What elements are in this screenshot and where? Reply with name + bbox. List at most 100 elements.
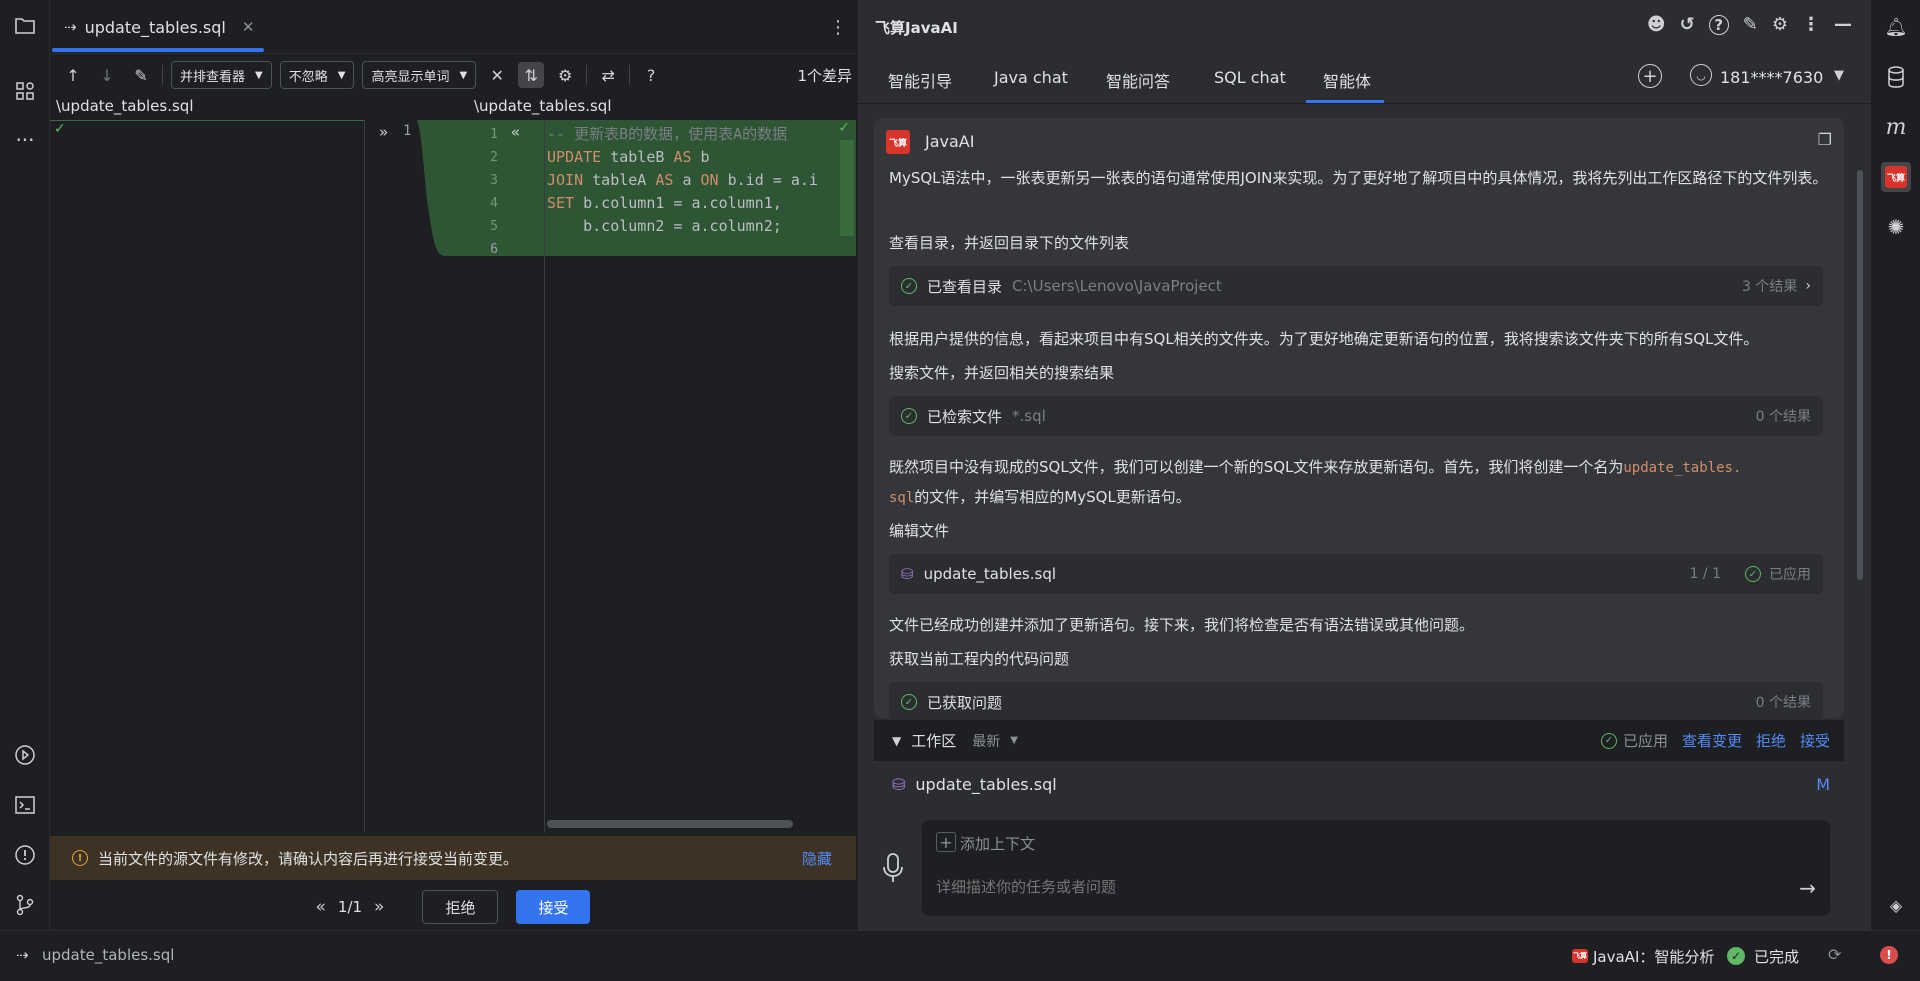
next-diff-icon[interactable]: ↓ [94,62,120,88]
ai-assistant-icon[interactable]: ✺ [1881,212,1911,242]
diff-editor: ⇢ update_tables.sql ✕ ⋮ ↑ ↓ ✎ 并排查看器 ▼ 不忽略… [50,0,856,930]
toolbar-separator [586,65,588,85]
problems-icon[interactable] [10,840,40,870]
copy-icon[interactable]: ❐ [1818,130,1832,149]
database-icon[interactable] [1881,62,1911,92]
next-change-icon[interactable]: » [374,897,384,917]
minimize-icon[interactable]: — [1834,14,1852,35]
javaai-logo: 飞算 [886,130,910,154]
compare-icon[interactable]: ⇄ [595,62,621,88]
tab-agent[interactable]: 智能体 [1323,68,1371,92]
add-icon[interactable]: + [1638,64,1662,88]
notifications-icon[interactable]: 🔔︎ [1881,12,1911,42]
send-icon[interactable]: → [1799,876,1816,900]
terminal-icon[interactable] [10,790,40,820]
add-context-button[interactable]: 添加上下文 [960,833,1035,854]
inline-code: update_tables. [1623,460,1742,476]
settings-icon[interactable]: ⚙ [1772,14,1788,35]
right-tool-strip: 🔔︎ m 飞算 ✺ ◈ [1871,0,1920,930]
accept-button[interactable]: 接受 [516,890,591,924]
new-chat-icon[interactable]: ✎ [1743,14,1758,35]
edited-file-row[interactable]: ⛁ update_tables.sql 1 / 1 ✓ 已应用 [889,554,1823,594]
chevron-down-icon: ▼ [337,69,346,81]
add-context-icon[interactable]: + [936,832,956,852]
previous-diff-icon[interactable]: ↑ [60,62,86,88]
tab-sql-chat[interactable]: SQL chat [1214,68,1286,87]
editor-tab[interactable]: ⇢ update_tables.sql ✕ [50,0,264,54]
tool-meta: C:\Users\Lenovo\JavaProject [1012,277,1222,295]
workspace-filter[interactable]: 最新 [972,731,1000,751]
maven-icon[interactable]: m [1881,112,1911,142]
view-changes-link[interactable]: 查看变更 [1682,730,1742,751]
more-icon[interactable]: ··· [10,125,40,155]
revert-change-icon[interactable]: « [511,123,520,141]
viewer-select[interactable]: 并排查看器 ▼ [171,61,272,89]
ignore-select[interactable]: 不忽略 ▼ [279,61,355,89]
chevron-down-icon[interactable]: ▼ [892,734,901,748]
close-icon[interactable]: ✕ [242,18,255,36]
chat-scrollbar[interactable] [1857,170,1863,580]
user-account[interactable]: 181****7630 [1720,68,1823,87]
apply-change-icon[interactable]: » [379,123,388,141]
code-token: tableB [601,148,674,166]
chat-input[interactable] [936,872,1756,902]
toolbar-separator [629,65,631,85]
code-token: b.id = a.i [718,171,818,189]
help-icon[interactable]: ? [1708,14,1729,35]
tool-result-row[interactable]: ✓ 已检索文件 *.sql 0 个结果 [889,396,1823,436]
tool-result-row[interactable]: ✓ 已获取问题 0 个结果 [889,682,1823,718]
run-services-icon[interactable] [10,740,40,770]
collapse-icon[interactable]: ✕ [484,62,510,88]
help-icon[interactable]: ? [638,62,664,88]
error-icon[interactable]: ! [1880,946,1898,964]
tab-java-chat[interactable]: Java chat [994,68,1068,87]
javaai-logo: 飞算 [1572,949,1588,963]
result-count: 0 个结果 [1755,695,1811,711]
reject-button[interactable]: 拒绝 [422,890,499,924]
structure-icon[interactable] [10,76,40,106]
sync-scroll-icon[interactable]: ⇅ [518,62,545,88]
ai-brain-icon[interactable]: ☻ [1647,14,1666,35]
workspace-file-row[interactable]: ⛁ update_tables.sql M [874,762,1844,806]
tool-label: 已查看目录 [927,277,1003,296]
microphone-icon[interactable] [878,848,908,888]
hide-banner-link[interactable]: 隐藏 [802,848,832,869]
toolbar-separator [162,65,163,85]
active-tab-indicator [1306,100,1384,103]
avatar[interactable]: ◈ [1881,890,1911,920]
database-icon: ⛁ [901,565,914,583]
history-icon[interactable]: ↺ [1680,14,1695,35]
file-status-badge: M [1816,774,1830,794]
database-icon: ⛁ [892,774,906,794]
code-token: ON [700,171,719,189]
tab-smart-guide[interactable]: 智能引导 [888,68,952,92]
diff-panes: \update_tables.sql \update_tables.sql ✓ … [50,97,856,833]
edit-icon[interactable]: ✎ [128,62,154,88]
tab-more-icon[interactable]: ⋮ [828,14,848,40]
javaai-tool-icon[interactable]: 飞算 [1881,162,1911,192]
status-file[interactable]: update_tables.sql [42,946,174,964]
folder-icon[interactable] [10,11,40,41]
result-count: 0 个结果 [1755,409,1811,425]
prev-change-icon[interactable]: « [316,897,326,917]
applied-icon: ✓ [1600,732,1617,749]
highlight-select[interactable]: 高亮显示单词 ▼ [362,61,477,89]
chevron-down-icon[interactable]: ▼ [1010,735,1018,746]
status-done: 已完成 [1754,948,1800,966]
horizontal-scrollbar[interactable] [547,820,793,828]
chevron-down-icon[interactable]: ▼ [1834,68,1844,83]
step-text: 搜索文件，并返回相关的搜索结果 [889,364,1115,382]
left-code-pane[interactable]: ✓ [50,120,364,833]
more-icon[interactable]: ⋮ [1802,14,1820,35]
tab-smart-qa[interactable]: 智能问答 [1106,68,1170,92]
tool-result-row[interactable]: ✓ 已查看目录 C:\Users\Lenovo\JavaProject 3 个结… [889,266,1823,306]
right-code-pane[interactable]: -- 更新表B的数据，使用表A的数据 UPDATE tableB AS b JOIN… [544,120,856,833]
sync-status-icon[interactable]: ⟳ [1828,945,1841,964]
ai-panel-title: 飞算JavaAI [875,18,958,37]
accept-link[interactable]: 接受 [1800,730,1830,751]
settings-icon[interactable]: ⚙ [552,62,578,88]
tool-label: update_tables.sql [923,565,1057,583]
reject-link[interactable]: 拒绝 [1756,730,1786,751]
git-icon[interactable] [10,890,40,920]
success-icon: ✓ [901,694,917,710]
